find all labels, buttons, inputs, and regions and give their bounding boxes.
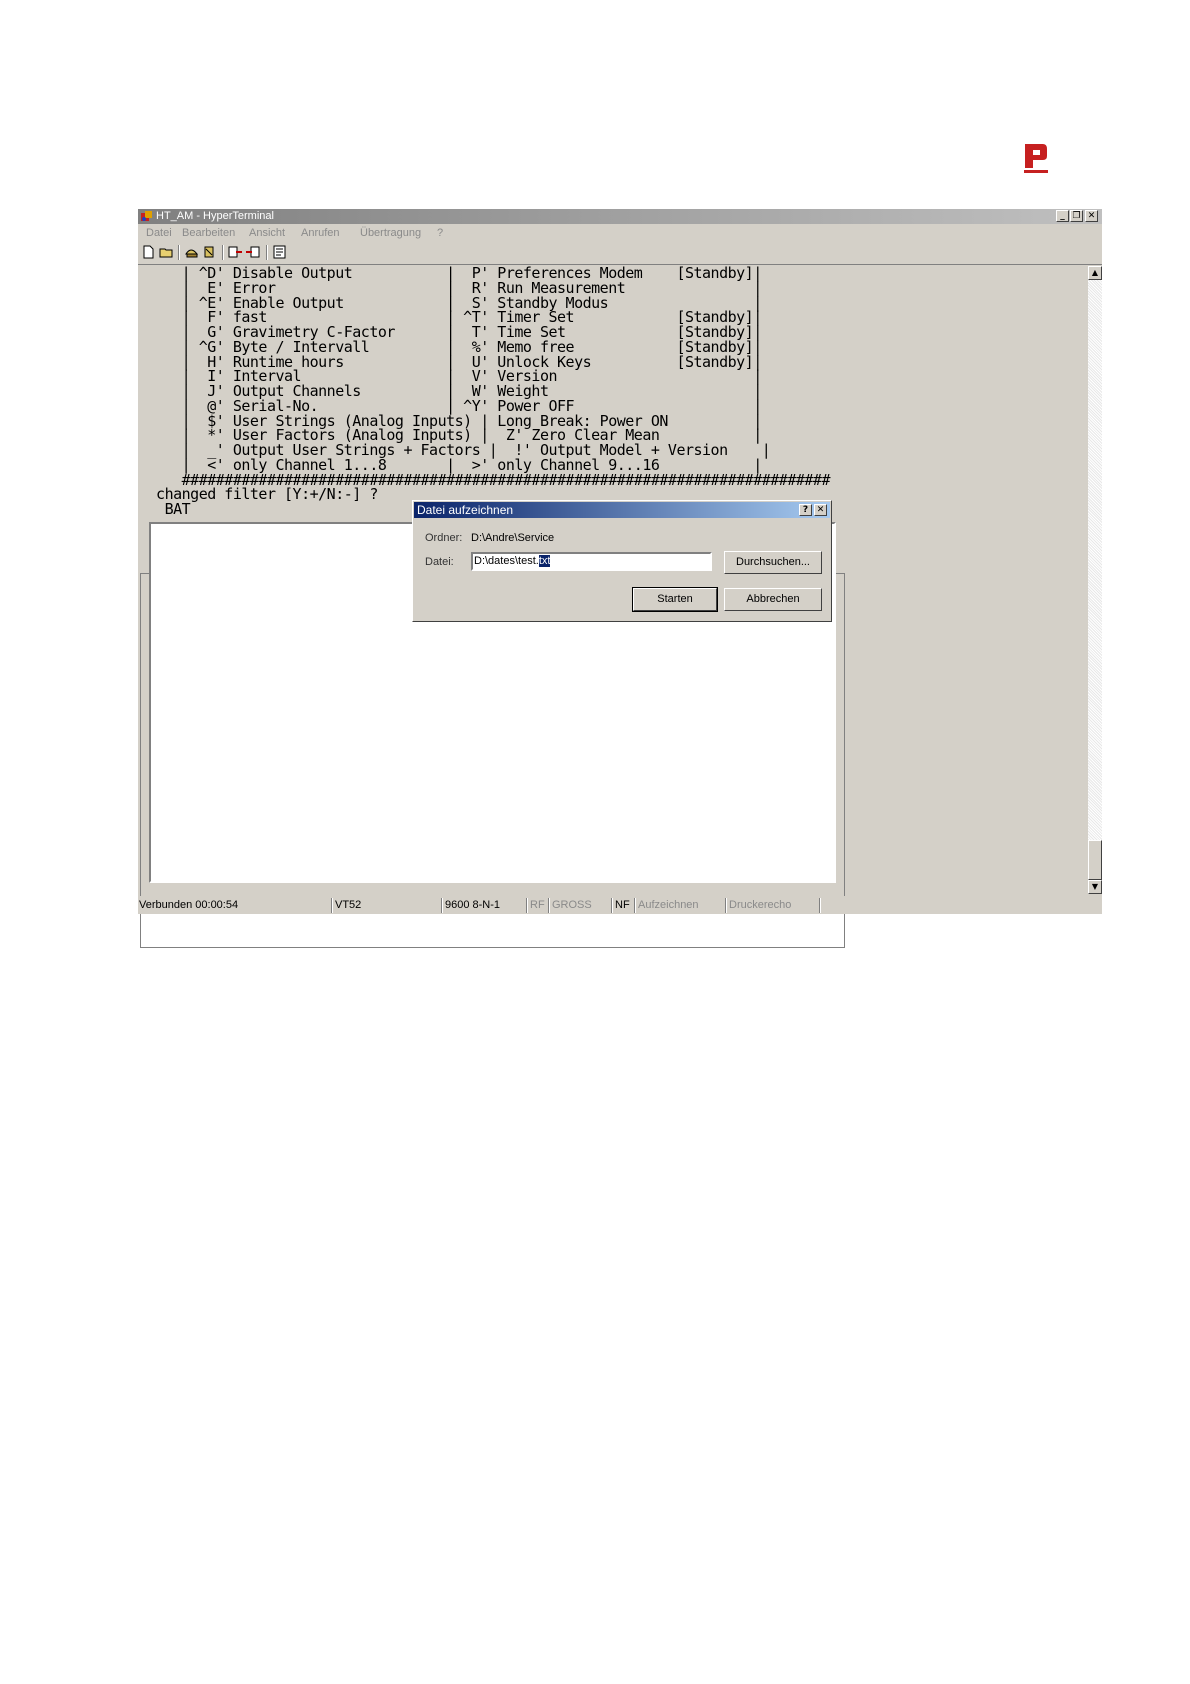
status-port-settings: 9600 8-N-1 xyxy=(445,899,501,911)
menu-anrufen[interactable]: Anrufen xyxy=(301,226,340,240)
terminal-text: | ^D' Disable Output | P' Preferences Mo… xyxy=(139,266,830,517)
status-rf: RF xyxy=(530,899,545,911)
dialog-help-button[interactable]: ? xyxy=(799,504,812,516)
status-emulation: VT52 xyxy=(335,899,362,911)
cancel-button[interactable]: Abbrechen xyxy=(724,588,822,611)
company-logo-icon xyxy=(1024,144,1048,173)
open-icon[interactable] xyxy=(158,244,175,260)
new-icon[interactable] xyxy=(140,244,157,260)
status-caps: GROSS xyxy=(552,899,592,911)
minimize-button[interactable]: _ xyxy=(1056,210,1069,222)
vertical-scrollbar[interactable]: ▲ ▼ xyxy=(1088,266,1102,894)
status-bar: Verbunden 00:00:54 VT52 9600 8-N-1 RF GR… xyxy=(138,896,1102,914)
toolbar xyxy=(138,242,1102,265)
menu-bearbeiten[interactable]: Bearbeiten xyxy=(182,226,235,240)
connect-icon[interactable] xyxy=(183,244,200,260)
scroll-down-button[interactable]: ▼ xyxy=(1088,880,1102,894)
folder-value: D:\Andre\Service xyxy=(471,532,555,544)
file-path-text: D:\dates\test. xyxy=(474,555,539,567)
menu-uebertragung[interactable]: Übertragung xyxy=(360,226,421,240)
receive-icon[interactable] xyxy=(245,244,262,260)
file-label: Datei: xyxy=(425,556,454,568)
hyperterminal-app-icon xyxy=(141,211,152,221)
dialog-titlebar[interactable]: Datei aufzeichnen ? ✕ xyxy=(414,502,830,518)
menu-bar: Datei Bearbeiten Ansicht Anrufen Übertra… xyxy=(138,225,1102,241)
restore-button[interactable]: ❐ xyxy=(1070,210,1083,222)
capture-file-dialog: Datei aufzeichnen ? ✕ Ordner: D:\Andre\S… xyxy=(412,500,832,622)
status-nf: NF xyxy=(615,899,630,911)
dialog-title: Datei aufzeichnen xyxy=(417,503,514,517)
status-capture: Aufzeichnen xyxy=(638,899,699,911)
window-title: HT_AM - HyperTerminal xyxy=(156,210,274,222)
menu-help[interactable]: ? xyxy=(437,226,443,240)
close-window-button[interactable]: ✕ xyxy=(1085,210,1098,222)
send-icon[interactable] xyxy=(227,244,244,260)
properties-icon[interactable] xyxy=(271,244,288,260)
status-print-echo: Druckerecho xyxy=(729,899,792,911)
window-titlebar[interactable]: HT_AM - HyperTerminal _ ❐ ✕ xyxy=(138,209,1102,224)
scroll-up-button[interactable]: ▲ xyxy=(1088,266,1102,280)
scroll-thumb[interactable] xyxy=(1088,840,1102,880)
file-path-input[interactable]: D:\dates\test.txt xyxy=(471,552,712,571)
menu-datei[interactable]: Datei xyxy=(146,226,172,240)
browse-button[interactable]: Durchsuchen... xyxy=(724,551,822,574)
folder-label: Ordner: xyxy=(425,532,463,544)
start-button[interactable]: Starten xyxy=(632,587,718,612)
file-path-selection: txt xyxy=(538,555,551,567)
terminal-line: BAT xyxy=(164,500,191,518)
disconnect-icon[interactable] xyxy=(201,244,218,260)
menu-ansicht[interactable]: Ansicht xyxy=(249,226,285,240)
dialog-close-button[interactable]: ✕ xyxy=(814,504,827,516)
status-connected: Verbunden 00:00:54 xyxy=(139,899,239,911)
